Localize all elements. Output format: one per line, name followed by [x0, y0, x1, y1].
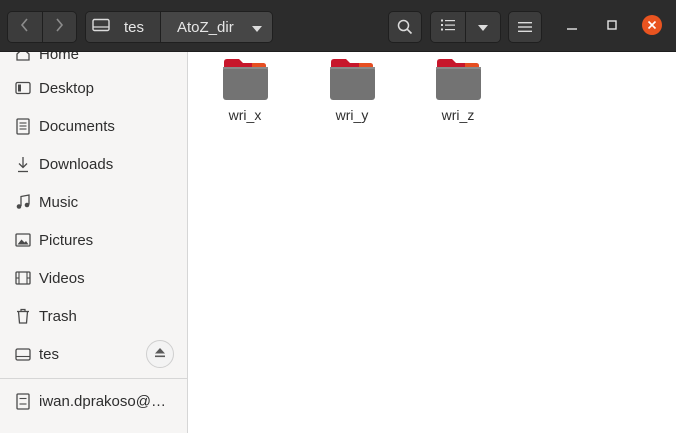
- menu-button[interactable]: [508, 11, 542, 43]
- maximize-button[interactable]: [600, 15, 624, 39]
- path-crumb-home-label: tes: [124, 18, 145, 36]
- navigation-buttons: [7, 11, 77, 43]
- search-icon: [397, 19, 413, 35]
- folder-icon: [435, 58, 481, 102]
- close-button[interactable]: [640, 14, 664, 41]
- sidebar-item-network-share[interactable]: iwan.dprakoso@…: [0, 382, 187, 420]
- sidebar-item-label: Downloads: [39, 155, 114, 173]
- path-crumb-home[interactable]: tes: [86, 12, 160, 42]
- music-icon: [13, 192, 33, 212]
- sidebar-item-label: Music: [39, 193, 79, 211]
- sidebar-item-pictures[interactable]: Pictures: [0, 221, 187, 259]
- maximize-icon: [606, 18, 618, 36]
- sidebar-item-trash[interactable]: Trash: [0, 297, 187, 335]
- view-options-dropdown[interactable]: [465, 12, 500, 42]
- folder-name: wri_x: [228, 107, 262, 123]
- minimize-button[interactable]: [560, 15, 584, 39]
- sidebar-item-desktop[interactable]: Desktop: [0, 69, 187, 107]
- home-icon: [13, 52, 33, 64]
- view-options: [430, 11, 501, 43]
- documents-icon: [13, 116, 33, 136]
- file-manager-window: tes AtoZ_dir Home Desktop Documents Down…: [0, 0, 676, 433]
- sidebar-divider: [0, 378, 187, 379]
- videos-icon: [13, 268, 33, 288]
- eject-icon: [154, 345, 166, 363]
- header-bar: tes AtoZ_dir: [0, 0, 676, 52]
- search-button[interactable]: [388, 11, 422, 43]
- downloads-icon: [13, 154, 33, 174]
- sidebar-item-label: Trash: [39, 307, 77, 325]
- folder-item[interactable]: wri_y: [312, 58, 392, 123]
- file-view: wri_x wri_y wri_z: [189, 52, 676, 433]
- sidebar-item-label: iwan.dprakoso@…: [39, 392, 166, 410]
- network-icon: [13, 391, 33, 411]
- folder-name: wri_y: [335, 107, 369, 123]
- sidebar-item-downloads[interactable]: Downloads: [0, 145, 187, 183]
- dropdown-arrow-icon: [252, 19, 262, 36]
- folder-item[interactable]: wri_x: [205, 58, 285, 123]
- sidebar-item-label: Home: [39, 52, 80, 63]
- sidebar-item-documents[interactable]: Documents: [0, 107, 187, 145]
- sidebar-item-label: Documents: [39, 117, 115, 135]
- trash-icon: [13, 306, 33, 326]
- folder-icon: [329, 58, 375, 102]
- desktop-icon: [13, 78, 33, 98]
- sidebar-item-music[interactable]: Music: [0, 183, 187, 221]
- minimize-icon: [566, 18, 578, 36]
- pictures-icon: [13, 230, 33, 250]
- path-bar: tes AtoZ_dir: [85, 11, 273, 43]
- hamburger-menu-icon: [518, 21, 532, 33]
- chevron-left-icon: [20, 17, 30, 38]
- folder-item[interactable]: wri_z: [418, 58, 498, 123]
- close-icon: [641, 14, 663, 41]
- path-crumb-current[interactable]: AtoZ_dir: [160, 12, 272, 42]
- drive-icon: [92, 18, 110, 36]
- list-view-icon: [441, 18, 455, 36]
- sidebar-item-label: Pictures: [39, 231, 94, 249]
- back-button[interactable]: [8, 12, 42, 42]
- folder-icon: [222, 58, 268, 102]
- list-view-button[interactable]: [431, 12, 465, 42]
- dropdown-arrow-icon: [478, 18, 488, 36]
- forward-button[interactable]: [41, 12, 76, 42]
- chevron-right-icon: [54, 17, 64, 38]
- eject-button[interactable]: [146, 340, 174, 368]
- sidebar: Home Desktop Documents Downloads Music P…: [0, 52, 188, 433]
- folder-name: wri_z: [441, 107, 475, 123]
- sidebar-item-label: tes: [39, 345, 60, 363]
- drive-icon: [13, 344, 33, 364]
- sidebar-item-label: Desktop: [39, 79, 95, 97]
- sidebar-item-videos[interactable]: Videos: [0, 259, 187, 297]
- path-crumb-current-label: AtoZ_dir: [177, 18, 234, 36]
- sidebar-item-label: Videos: [39, 269, 85, 287]
